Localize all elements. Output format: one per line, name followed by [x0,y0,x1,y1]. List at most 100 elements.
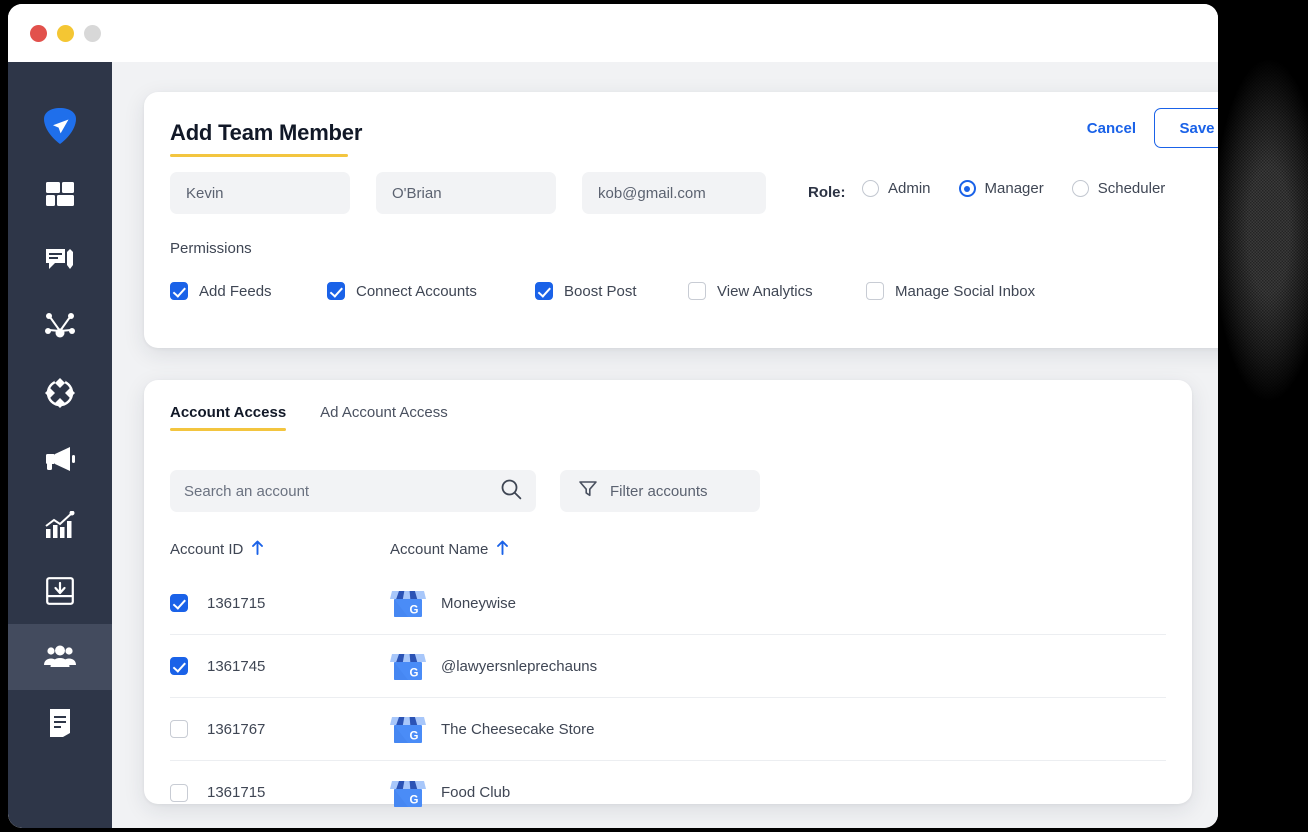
row-checkbox-unchecked-icon[interactable] [170,720,188,738]
column-header-account-id[interactable]: Account ID [170,540,390,559]
checkbox-checked-icon [535,282,553,300]
role-label: Role: [808,184,846,201]
svg-text:G: G [410,794,419,806]
access-tabs: Account Access Ad Account Access [170,404,448,431]
svg-text:G: G [410,667,419,679]
tab-account-access[interactable]: Account Access [170,404,287,431]
maximize-window-button[interactable] [84,24,101,42]
last-name-field[interactable] [376,172,556,214]
filter-accounts-label: Filter accounts [610,482,708,500]
row-checkbox-checked-icon[interactable] [170,594,188,612]
radio-circle-selected-icon [958,180,976,197]
google-my-business-icon: G [390,775,426,811]
row-name-cell: G @lawyersnleprechauns [390,648,597,684]
row-name-cell: G Moneywise [390,585,516,621]
table-header-row: Account ID Account Name [170,540,1166,559]
sidebar-item-logo[interactable] [8,90,112,162]
sidebar-item-compose[interactable] [8,228,112,294]
row-checkbox-checked-icon[interactable] [170,657,188,675]
table-row[interactable]: 1361745 G @lawyersnleprechauns [170,635,1166,698]
permissions-label: Permissions [170,240,252,257]
tab-ad-account-access[interactable]: Ad Account Access [320,404,448,431]
svg-text:G: G [410,604,419,616]
save-button[interactable]: Save [1154,108,1218,148]
account-id-value: 1361767 [207,720,266,738]
row-id-cell: 1361715 [170,594,390,612]
column-label: Account ID [170,541,244,558]
close-window-button[interactable] [30,24,47,42]
decorative-shadow-blob [1205,40,1308,420]
sidebar-item-team[interactable] [8,624,112,690]
svg-text:G: G [410,730,419,742]
arrow-up-icon[interactable] [496,540,509,559]
sidebar-item-analytics[interactable] [8,492,112,558]
search-icon[interactable] [500,478,522,505]
permission-label: Connect Accounts [356,282,477,300]
permission-connect-accounts[interactable]: Connect Accounts [327,282,535,300]
row-checkbox-unchecked-icon[interactable] [170,783,188,802]
checkbox-unchecked-icon [688,282,706,300]
email-field[interactable] [582,172,766,214]
arrow-up-icon[interactable] [251,540,264,559]
checkbox-checked-icon [327,282,345,300]
permission-add-feeds[interactable]: Add Feeds [170,282,327,300]
first-name-field[interactable] [170,172,350,214]
team-people-icon [44,645,76,669]
cancel-button[interactable]: Cancel [1087,120,1136,137]
download-inbox-icon [46,577,74,605]
google-my-business-icon: G [390,711,426,747]
filter-accounts-button[interactable]: Filter accounts [560,470,760,512]
sidebar-item-targeting[interactable] [8,360,112,426]
account-id-value: 1361745 [207,657,266,675]
analytics-chart-icon [45,511,75,539]
row-id-cell: 1361767 [170,720,390,738]
account-id-value: 1361715 [207,594,266,612]
filter-funnel-icon [578,479,598,504]
checkbox-checked-icon [170,282,188,300]
account-name-value: Food Club [441,784,511,801]
account-name-value: The Cheesecake Store [441,720,595,738]
account-access-card: Account Access Ad Account Access Search … [144,380,1192,807]
role-option-manager[interactable]: Manager [958,180,1044,197]
page-title: Add Team Member [170,120,363,145]
sidebar-item-reports[interactable] [8,690,112,756]
search-account-box[interactable] [170,470,536,512]
table-row[interactable]: 1361715 G [170,572,1166,635]
table-row[interactable]: 1361767 G The Cheesecake Store [170,698,1166,761]
permission-label: Add Feeds [199,282,272,300]
sidebar-item-network[interactable] [8,294,112,360]
permissions-group: Add Feeds Connect Accounts Boost Post Vi… [170,282,1035,300]
permission-label: Boost Post [564,282,637,300]
add-team-member-card: Add Team Member Cancel Save Role: Admin … [144,92,1218,348]
browser-window: Add Team Member Cancel Save Role: Admin … [8,4,1218,828]
permission-manage-social-inbox[interactable]: Manage Social Inbox [866,282,1035,300]
title-accent-underline [170,154,348,157]
role-option-admin[interactable]: Admin [862,180,931,197]
column-header-account-name[interactable]: Account Name [390,540,810,559]
role-option-label: Scheduler [1097,180,1166,197]
accounts-table-body: 1361715 G Moneywise 1361745 G @lawyersnl… [170,572,1166,824]
google-my-business-icon: G [390,585,426,621]
account-name-value: Moneywise [441,594,517,612]
screenshot-stage: Add Team Member Cancel Save Role: Admin … [0,0,1308,832]
minimize-window-button[interactable] [57,24,74,42]
row-id-cell: 1361715 [170,783,390,802]
sidebar-item-dashboard[interactable] [8,162,112,228]
role-option-scheduler[interactable]: Scheduler [1071,180,1166,197]
google-my-business-icon: G [390,648,426,684]
document-invoice-icon [47,708,73,738]
permission-label: Manage Social Inbox [895,282,1036,300]
permission-view-analytics[interactable]: View Analytics [688,282,866,300]
search-input[interactable] [184,482,500,500]
window-titlebar [8,4,1218,62]
sidebar-item-campaigns[interactable] [8,426,112,492]
radio-circle-icon [862,180,879,197]
table-row[interactable]: 1361715 G [170,761,1166,824]
column-label: Account Name [390,541,489,558]
compose-message-icon [45,247,75,275]
account-id-value: 1361715 [207,784,266,801]
target-diamond-icon [45,378,75,408]
permission-boost-post[interactable]: Boost Post [535,282,688,300]
account-name-value: @lawyersnleprechauns [441,657,598,675]
sidebar-item-downloads[interactable] [8,558,112,624]
